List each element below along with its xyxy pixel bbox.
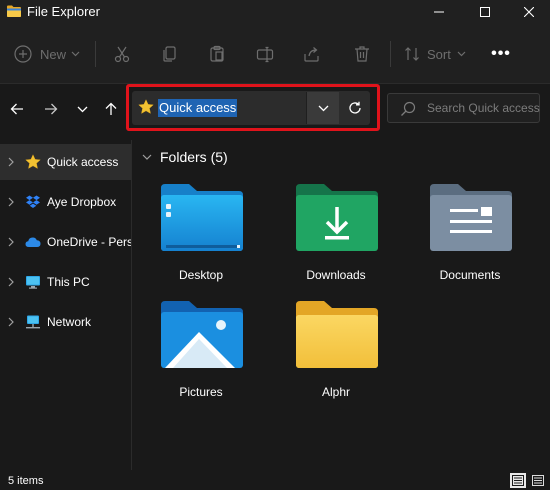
item-count: 5 items bbox=[8, 475, 44, 487]
window-title: File Explorer bbox=[27, 4, 100, 19]
network-icon bbox=[26, 315, 40, 329]
tiles-view-button[interactable] bbox=[530, 473, 546, 488]
back-button[interactable] bbox=[6, 98, 28, 120]
forward-arrow-icon bbox=[45, 103, 58, 115]
sort-icon bbox=[405, 47, 419, 61]
sidebar-item-this-pc[interactable]: This PC bbox=[0, 264, 131, 300]
status-bar: 5 items bbox=[0, 470, 550, 490]
sidebar-item-label: Aye Dropbox bbox=[47, 195, 117, 209]
sidebar-item-label: Network bbox=[47, 315, 92, 329]
downloads-folder-icon bbox=[296, 184, 378, 251]
sidebar-item-quick-access[interactable]: Quick access bbox=[0, 144, 131, 180]
folder-tile-desktop[interactable]: Desktop bbox=[141, 182, 261, 297]
up-arrow-icon bbox=[105, 102, 117, 115]
sidebar-item-dropbox[interactable]: Aye Dropbox bbox=[0, 184, 131, 220]
pictures-folder-icon bbox=[161, 301, 243, 368]
chevron-down-icon bbox=[71, 51, 80, 57]
close-icon bbox=[524, 7, 534, 17]
share-icon bbox=[304, 47, 319, 62]
sidebar-item-label: OneDrive - Pers bbox=[47, 235, 131, 249]
maximize-button[interactable] bbox=[464, 0, 506, 24]
folder-tile-pictures[interactable]: Pictures bbox=[141, 299, 261, 414]
toolbar-divider bbox=[390, 41, 391, 67]
recent-locations-button[interactable] bbox=[71, 98, 93, 120]
paste-icon bbox=[210, 45, 224, 62]
folder-label: Downloads bbox=[306, 268, 366, 282]
folder-tile-alphr[interactable]: Alphr bbox=[276, 299, 396, 414]
folder-label: Desktop bbox=[178, 268, 224, 282]
more-options-button[interactable]: ••• bbox=[488, 42, 514, 66]
tiles-view-icon bbox=[532, 475, 544, 486]
rename-button[interactable] bbox=[253, 42, 277, 66]
search-box[interactable]: Search Quick access bbox=[387, 93, 540, 123]
details-view-icon bbox=[512, 475, 524, 486]
copy-button[interactable] bbox=[158, 42, 182, 66]
chevron-right-icon[interactable] bbox=[7, 197, 15, 207]
maximize-icon bbox=[480, 7, 490, 17]
folder-tile-downloads[interactable]: Downloads bbox=[276, 182, 396, 297]
documents-folder-icon bbox=[430, 184, 512, 251]
folder-label: Documents bbox=[439, 268, 501, 282]
sidebar-item-onedrive[interactable]: OneDrive - Pers bbox=[0, 224, 131, 260]
details-view-button[interactable] bbox=[510, 473, 526, 488]
chevron-right-icon[interactable] bbox=[7, 237, 15, 247]
chevron-down-icon bbox=[142, 154, 152, 160]
more-icon: ••• bbox=[491, 45, 511, 62]
sort-button[interactable]: Sort bbox=[404, 43, 466, 65]
up-button[interactable] bbox=[100, 98, 122, 120]
folder-label: Alphr bbox=[321, 385, 350, 399]
folders-group-header[interactable]: Folders (5) bbox=[141, 147, 228, 167]
cut-button[interactable] bbox=[110, 42, 134, 66]
chevron-down-icon bbox=[457, 51, 466, 57]
folder-label: Pictures bbox=[179, 385, 223, 399]
folder-icon bbox=[7, 5, 21, 17]
new-button[interactable]: New bbox=[14, 43, 80, 65]
minimize-icon bbox=[434, 11, 444, 13]
chevron-right-icon[interactable] bbox=[7, 317, 15, 327]
copy-icon bbox=[163, 46, 176, 62]
dropbox-icon bbox=[26, 195, 40, 208]
sidebar-item-network[interactable]: Network bbox=[0, 304, 131, 340]
onedrive-cloud-icon bbox=[25, 237, 41, 247]
share-button[interactable] bbox=[300, 42, 324, 66]
command-bar: New Sort ••• bbox=[0, 24, 550, 84]
desktop-folder-icon bbox=[161, 184, 243, 251]
new-button-label: New bbox=[40, 46, 67, 62]
group-title: Folders (5) bbox=[160, 149, 228, 165]
minimize-button[interactable] bbox=[418, 0, 460, 24]
back-arrow-icon bbox=[10, 103, 23, 115]
rename-icon bbox=[256, 46, 274, 63]
search-icon bbox=[401, 101, 416, 116]
delete-button[interactable] bbox=[350, 42, 374, 66]
pc-monitor-icon bbox=[26, 276, 40, 289]
address-highlight-box bbox=[126, 84, 380, 131]
navigation-pane: Quick access Aye Dropbox OneDrive - Pers… bbox=[0, 140, 132, 470]
navigation-bar: Quick access Search Quick access bbox=[0, 84, 550, 140]
recent-chevron-icon bbox=[77, 106, 87, 112]
sidebar-item-label: This PC bbox=[47, 275, 90, 289]
sort-button-label: Sort bbox=[427, 46, 451, 62]
title-bar: File Explorer bbox=[0, 0, 550, 24]
search-placeholder: Search Quick access bbox=[427, 101, 540, 115]
toolbar-divider bbox=[95, 41, 96, 67]
delete-icon bbox=[355, 46, 369, 62]
cut-icon bbox=[114, 46, 130, 63]
new-plus-icon bbox=[14, 45, 32, 63]
folder-tile-documents[interactable]: Documents bbox=[410, 182, 530, 297]
content-pane: Folders (5) Desktop Downloads Documents … bbox=[133, 140, 550, 470]
folder-icon bbox=[296, 301, 378, 368]
paste-button[interactable] bbox=[205, 42, 229, 66]
close-button[interactable] bbox=[508, 0, 550, 24]
chevron-right-icon[interactable] bbox=[7, 157, 15, 167]
chevron-right-icon[interactable] bbox=[7, 277, 15, 287]
sidebar-item-label: Quick access bbox=[47, 155, 119, 169]
forward-button[interactable] bbox=[40, 98, 62, 120]
star-icon bbox=[25, 154, 41, 169]
